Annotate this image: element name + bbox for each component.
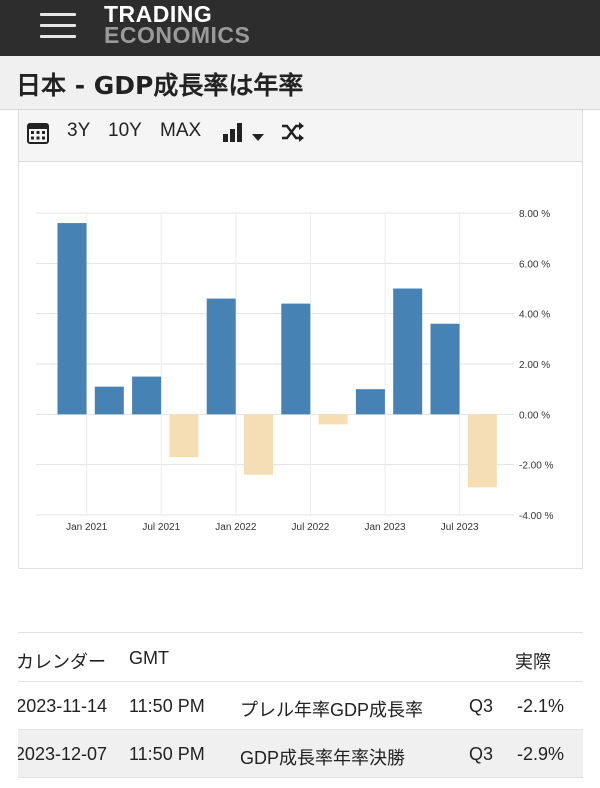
range-10y-button[interactable]: 10Y [108,120,142,142]
header-calendar: カレンダー [18,652,106,672]
y-tick-label: 6.00 % [519,259,550,270]
bar [281,303,311,415]
y-tick-label: 0.00 % [519,410,550,421]
bar [355,389,385,415]
row-event[interactable]: GDP成長率年率決勝 [240,744,405,770]
x-tick-label: Jan 2022 [215,522,257,533]
bar-chart: 8.00 % 6.00 % 4.00 % 2.00 % 0.00 % -2.00 % -4.… [36,209,554,533]
x-tick-label: Jul 2021 [142,522,180,533]
page-title: 日本 - GDP成長率は年率 [16,71,304,100]
y-tick-label: -2.00 % [519,461,554,472]
bar [94,386,124,415]
range-max-button[interactable]: MAX [160,120,201,142]
x-tick-label: Jan 2023 [364,522,406,533]
gdp-growth-chart: 8.00 % 6.00 % 4.00 % 2.00 % 0.00 % -2.00 % -4.… [18,162,583,569]
bar [393,288,423,415]
bar [467,414,497,488]
row-actual: -2.9% [517,744,565,764]
table-row[interactable]: 2023-12-07 11:50 PM GDP成長率年率決勝 Q3 -2.9% [18,730,583,778]
row-date: 2023-12-07 [18,744,107,764]
calendar-table: カレンダー GMT 実際 2023-11-14 11:50 PM プレル年率GD… [18,632,583,788]
row-actual: -2.1% [517,696,565,716]
y-tick-label: 2.00 % [519,360,550,371]
row-period: Q3 [469,744,494,764]
bar-chart-icon[interactable] [222,121,244,149]
row-time: 11:50 PM [129,744,205,764]
shuffle-icon[interactable] [281,122,305,148]
row-event[interactable]: プレル年率GDP成長率 [240,696,423,722]
x-tick-label: Jul 2022 [292,522,330,533]
header-gmt: GMT [129,648,169,668]
chart-toolbar: 3Y 10Y MAX [18,110,583,162]
row-period: Q3 [469,696,494,716]
logo-line-2: ECONOMICS [104,22,251,48]
row-time: 11:50 PM [129,696,205,716]
header-actual: 実際 [515,652,551,672]
y-tick-label: 4.00 % [519,310,550,321]
bar [206,298,236,415]
table-row-partial [18,778,583,788]
hamburger-menu-icon[interactable] [40,10,76,40]
row-date: 2023-11-14 [18,696,107,716]
page-title-bar: 日本 - GDP成長率は年率 [0,56,600,110]
table-row[interactable]: 2023-11-14 11:50 PM プレル年率GDP成長率 Q3 -2.1% [18,682,583,730]
table-header-row: カレンダー GMT 実際 [18,632,583,682]
calendar-icon[interactable] [27,122,49,150]
y-tick-label: 8.00 % [519,209,550,220]
top-navigation-bar: TRADING ECONOMICS [0,0,600,56]
bar [244,414,273,475]
trading-economics-logo[interactable]: TRADING ECONOMICS [104,3,251,48]
x-tick-label: Jan 2021 [66,522,108,533]
x-tick-label: Jul 2023 [441,522,479,533]
bar [132,376,162,415]
range-3y-button[interactable]: 3Y [67,120,90,142]
bar [318,414,348,425]
y-tick-label: -4.00 % [519,511,554,522]
bar [57,223,87,415]
bar [169,414,199,458]
chevron-down-icon[interactable] [252,126,264,148]
bar [430,323,460,415]
